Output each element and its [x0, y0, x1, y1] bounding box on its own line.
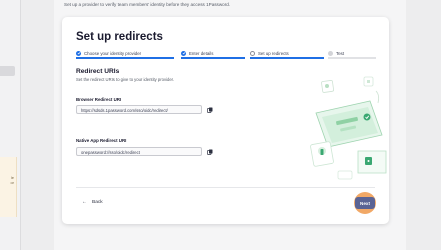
check-circle-icon: [181, 50, 186, 56]
next-button[interactable]: Next: [355, 197, 375, 209]
left-sidebar-note: le or: [0, 157, 17, 217]
left-note-text: le or: [10, 175, 14, 185]
step-label: Choose your identity provider: [84, 50, 142, 56]
section-title: Redirect URIs: [76, 68, 120, 75]
copy-native-uri-button[interactable]: [206, 148, 213, 155]
browser-redirect-field[interactable]: https://sdsds.1password.com/sso/oidc/red…: [76, 105, 202, 114]
copy-icon: [206, 107, 212, 113]
native-redirect-field[interactable]: onepassword://sso/oidc/redirect: [76, 147, 202, 156]
footer-divider: [76, 187, 375, 188]
check-circle-icon: [76, 50, 81, 56]
copy-browser-uri-button[interactable]: [206, 106, 213, 113]
redirect-illustration: [310, 76, 387, 180]
step-label: Enter details: [189, 50, 214, 56]
step-progress-line: [250, 57, 324, 59]
left-note-line-2: or: [10, 180, 14, 185]
stepper: Choose your identity provider Enter deta…: [76, 47, 376, 59]
browser-redirect-label: Browser Redirect URI: [76, 97, 122, 102]
left-sidebar-chip[interactable]: [0, 66, 15, 76]
empty-circle-icon: [250, 50, 255, 56]
page-description: Set up a provider to verify team members…: [64, 2, 231, 7]
copy-icon: [206, 149, 212, 155]
step-label: Test: [336, 50, 345, 56]
left-sidebar: le or: [0, 0, 21, 250]
native-redirect-label: Native App Redirect URI: [76, 138, 127, 143]
step-progress-line: [181, 57, 245, 59]
back-label: Back: [92, 199, 103, 205]
back-button[interactable]: ← Back: [82, 197, 103, 207]
setup-redirects-modal: Set up redirects Choose your identity pr…: [62, 17, 389, 224]
section-description: Set the redirect URIs to give to your id…: [76, 77, 174, 82]
grey-circle-icon: [328, 50, 333, 56]
step-progress-line: [328, 57, 376, 59]
step-label: Set up redirects: [258, 50, 289, 56]
modal-title: Set up redirects: [76, 31, 163, 43]
arrow-left-icon: ←: [82, 199, 87, 205]
step-progress-line: [76, 57, 174, 59]
